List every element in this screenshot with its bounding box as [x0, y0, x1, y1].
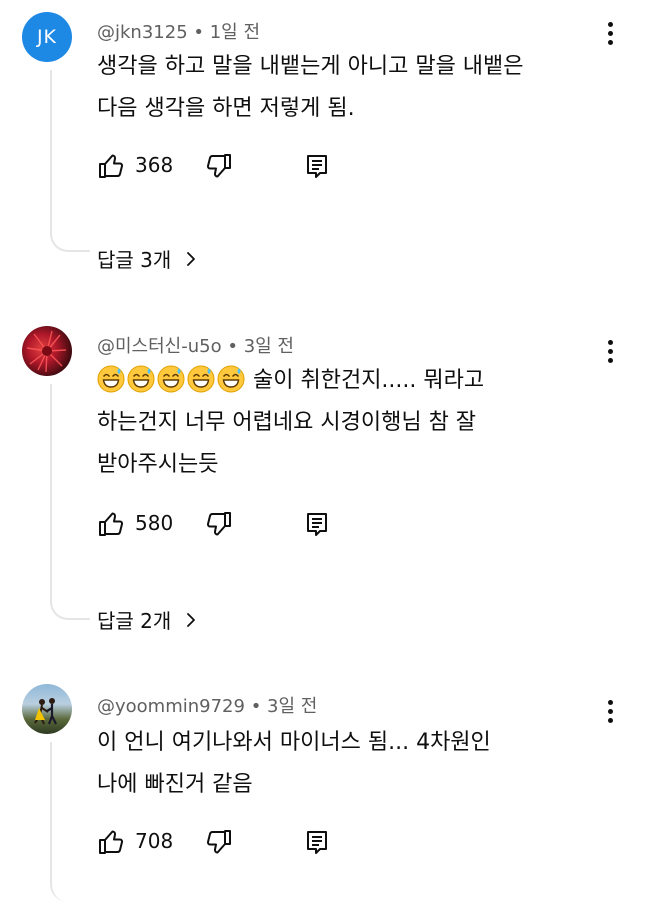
avatar[interactable] [22, 326, 72, 376]
view-replies-button[interactable]: 답글 2개 [97, 605, 199, 634]
like-button[interactable] [97, 149, 125, 183]
dislike-button[interactable] [205, 507, 233, 541]
dancing-couple-avatar-image [34, 698, 57, 725]
thumbs-up-icon [97, 828, 125, 856]
like-count: 708 [135, 829, 174, 853]
emoji-group [97, 365, 245, 393]
comment-item: @yoommin9729 • 3일 전 이 언니 여기나와서 마이너스 됨...… [0, 682, 657, 902]
comment-text-line: 받아주시는듯 [97, 452, 219, 477]
comment-time[interactable]: 3일 전 [244, 336, 294, 357]
thumbs-down-icon [205, 828, 233, 856]
thumbs-down-icon [205, 152, 233, 180]
like-button[interactable] [97, 825, 125, 859]
grinning-sweat-emoji [157, 365, 185, 393]
comment-meta: @미스터신-u5o • 3일 전 [97, 332, 294, 358]
comment-author[interactable]: @yoommin9729 [97, 696, 245, 717]
comment-meta: @yoommin9729 • 3일 전 [97, 692, 317, 718]
view-replies-button[interactable]: 답글 3개 [97, 244, 199, 273]
more-vertical-icon[interactable] [598, 694, 622, 728]
thread-line [50, 70, 90, 252]
meta-separator: • [193, 22, 210, 43]
thread-line [50, 742, 90, 902]
comment-text-line: 하는건지 너무 어렵네요 시경이행님 참 잘 [97, 410, 477, 435]
meta-separator: • [250, 696, 268, 717]
comment-text-line: 생각을 하고 말을 내뱉는게 아니고 말을 내뱉은 [97, 54, 524, 79]
flower-avatar-image [26, 330, 67, 373]
reply-button[interactable] [303, 149, 331, 183]
comment-text-segment: 술이 취한건지..... 뭐라고 [253, 368, 485, 393]
avatar[interactable]: JK [22, 12, 72, 62]
comment-item: JK @jkn3125 • 1일 전 생각을 하고 말을 내뱉는게 아니고 말을… [0, 8, 657, 278]
comment-text-line: 나에 빠진거 같음 [97, 772, 253, 797]
avatar[interactable] [22, 684, 72, 734]
comment-text-line: 다음 생각을 하면 저렇게 됨. [97, 96, 355, 121]
comment-time[interactable]: 3일 전 [267, 696, 317, 717]
reply-button[interactable] [303, 825, 331, 859]
reply-comment-icon [303, 510, 331, 538]
thumbs-down-icon [205, 510, 233, 538]
comment-actions: 580 [97, 507, 357, 541]
comment-author[interactable]: @미스터신-u5o [97, 336, 222, 357]
thumbs-up-icon [97, 510, 125, 538]
comment-text-line: 술이 취한건지..... 뭐라고 [97, 360, 484, 402]
more-vertical-icon[interactable] [598, 334, 622, 368]
grinning-sweat-emoji [217, 365, 245, 393]
comment-text: 술이 취한건지..... 뭐라고 하는건지 너무 어렵네요 시경이행님 참 잘 … [97, 360, 484, 486]
comment-author[interactable]: @jkn3125 [97, 22, 188, 43]
grinning-sweat-emoji [127, 365, 155, 393]
reply-button[interactable] [303, 507, 331, 541]
chevron-right-icon [183, 612, 199, 628]
grinning-sweat-emoji [187, 365, 215, 393]
comment-item: @미스터신-u5o • 3일 전 술이 취한건지..... 뭐라고 하는건지 너… [0, 322, 657, 634]
comment-text: 생각을 하고 말을 내뱉는게 아니고 말을 내뱉은 다음 생각을 하면 저렇게 … [97, 46, 524, 130]
like-count: 580 [135, 511, 174, 535]
like-count: 368 [135, 153, 174, 177]
thread-line [50, 384, 90, 620]
more-vertical-icon[interactable] [598, 16, 622, 50]
comment-text-line: 이 언니 여기나와서 마이너스 됨... 4차원인 [97, 730, 491, 755]
comment-time[interactable]: 1일 전 [210, 22, 260, 43]
dislike-button[interactable] [205, 149, 233, 183]
replies-label: 답글 2개 [97, 609, 172, 633]
comment-actions: 368 [97, 149, 357, 183]
grinning-sweat-emoji [97, 365, 125, 393]
thumbs-up-icon [97, 152, 125, 180]
dislike-button[interactable] [205, 825, 233, 859]
like-button[interactable] [97, 507, 125, 541]
comment-text: 이 언니 여기나와서 마이너스 됨... 4차원인 나에 빠진거 같음 [97, 722, 491, 806]
comment-actions: 708 [97, 825, 357, 859]
reply-comment-icon [303, 152, 331, 180]
chevron-right-icon [183, 251, 199, 267]
avatar-initials: JK [36, 26, 58, 48]
comment-meta: @jkn3125 • 1일 전 [97, 18, 260, 44]
reply-comment-icon [303, 828, 331, 856]
replies-label: 답글 3개 [97, 248, 172, 272]
meta-separator: • [227, 336, 244, 357]
